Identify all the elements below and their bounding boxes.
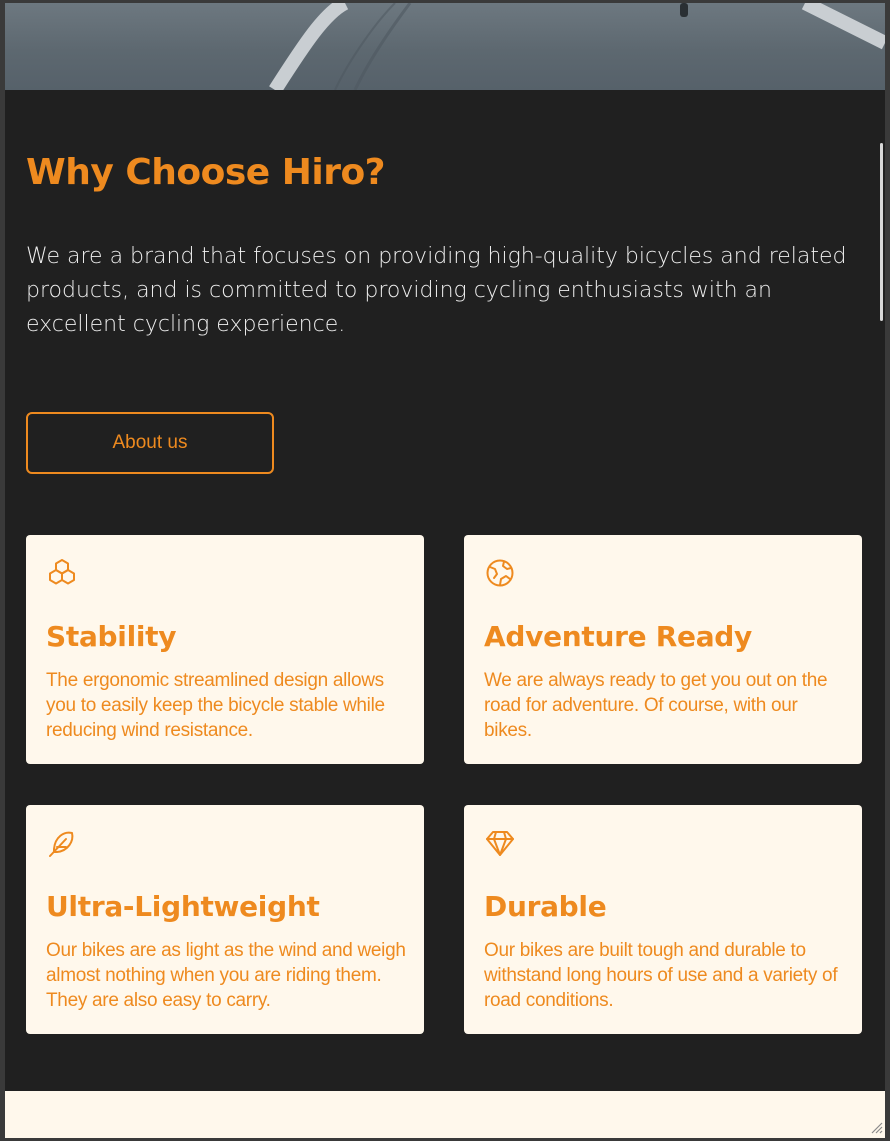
- why-choose-section: Why Choose Hiro? We are a brand that foc…: [5, 90, 885, 1091]
- resize-grip-icon[interactable]: [869, 1120, 883, 1134]
- globe-icon: [486, 559, 514, 587]
- feature-card-durable: Durable Our bikes are built tough and du…: [464, 805, 862, 1034]
- feature-title: Adventure Ready: [484, 620, 752, 653]
- feature-title: Ultra-Lightweight: [46, 890, 320, 923]
- feature-card-lightweight: Ultra-Lightweight Our bikes are as light…: [26, 805, 424, 1034]
- feature-title: Stability: [46, 620, 177, 653]
- browser-viewport: Why Choose Hiro? We are a brand that foc…: [0, 0, 890, 1141]
- scrollbar-thumb[interactable]: [880, 143, 883, 321]
- next-section-strip: [5, 1091, 885, 1138]
- diamond-icon: [486, 831, 514, 856]
- section-heading: Why Choose Hiro?: [26, 152, 386, 193]
- hero-image: [5, 3, 885, 90]
- cubes-icon: [49, 559, 75, 585]
- feature-card-stability: Stability The ergonomic streamlined desi…: [26, 535, 424, 764]
- section-intro: We are a brand that focuses on providing…: [26, 244, 847, 337]
- feature-title: Durable: [484, 890, 607, 923]
- feature-description: Our bikes are built tough and durable to…: [484, 940, 838, 1011]
- feature-description: We are always ready to get you out on th…: [484, 670, 828, 741]
- about-us-button[interactable]: About us: [26, 412, 274, 474]
- feature-description: The ergonomic streamlined design allows …: [46, 670, 385, 741]
- feather-icon: [49, 831, 74, 857]
- feature-description: Our bikes are as light as the wind and w…: [46, 940, 406, 1011]
- feature-card-adventure: Adventure Ready We are always ready to g…: [464, 535, 862, 764]
